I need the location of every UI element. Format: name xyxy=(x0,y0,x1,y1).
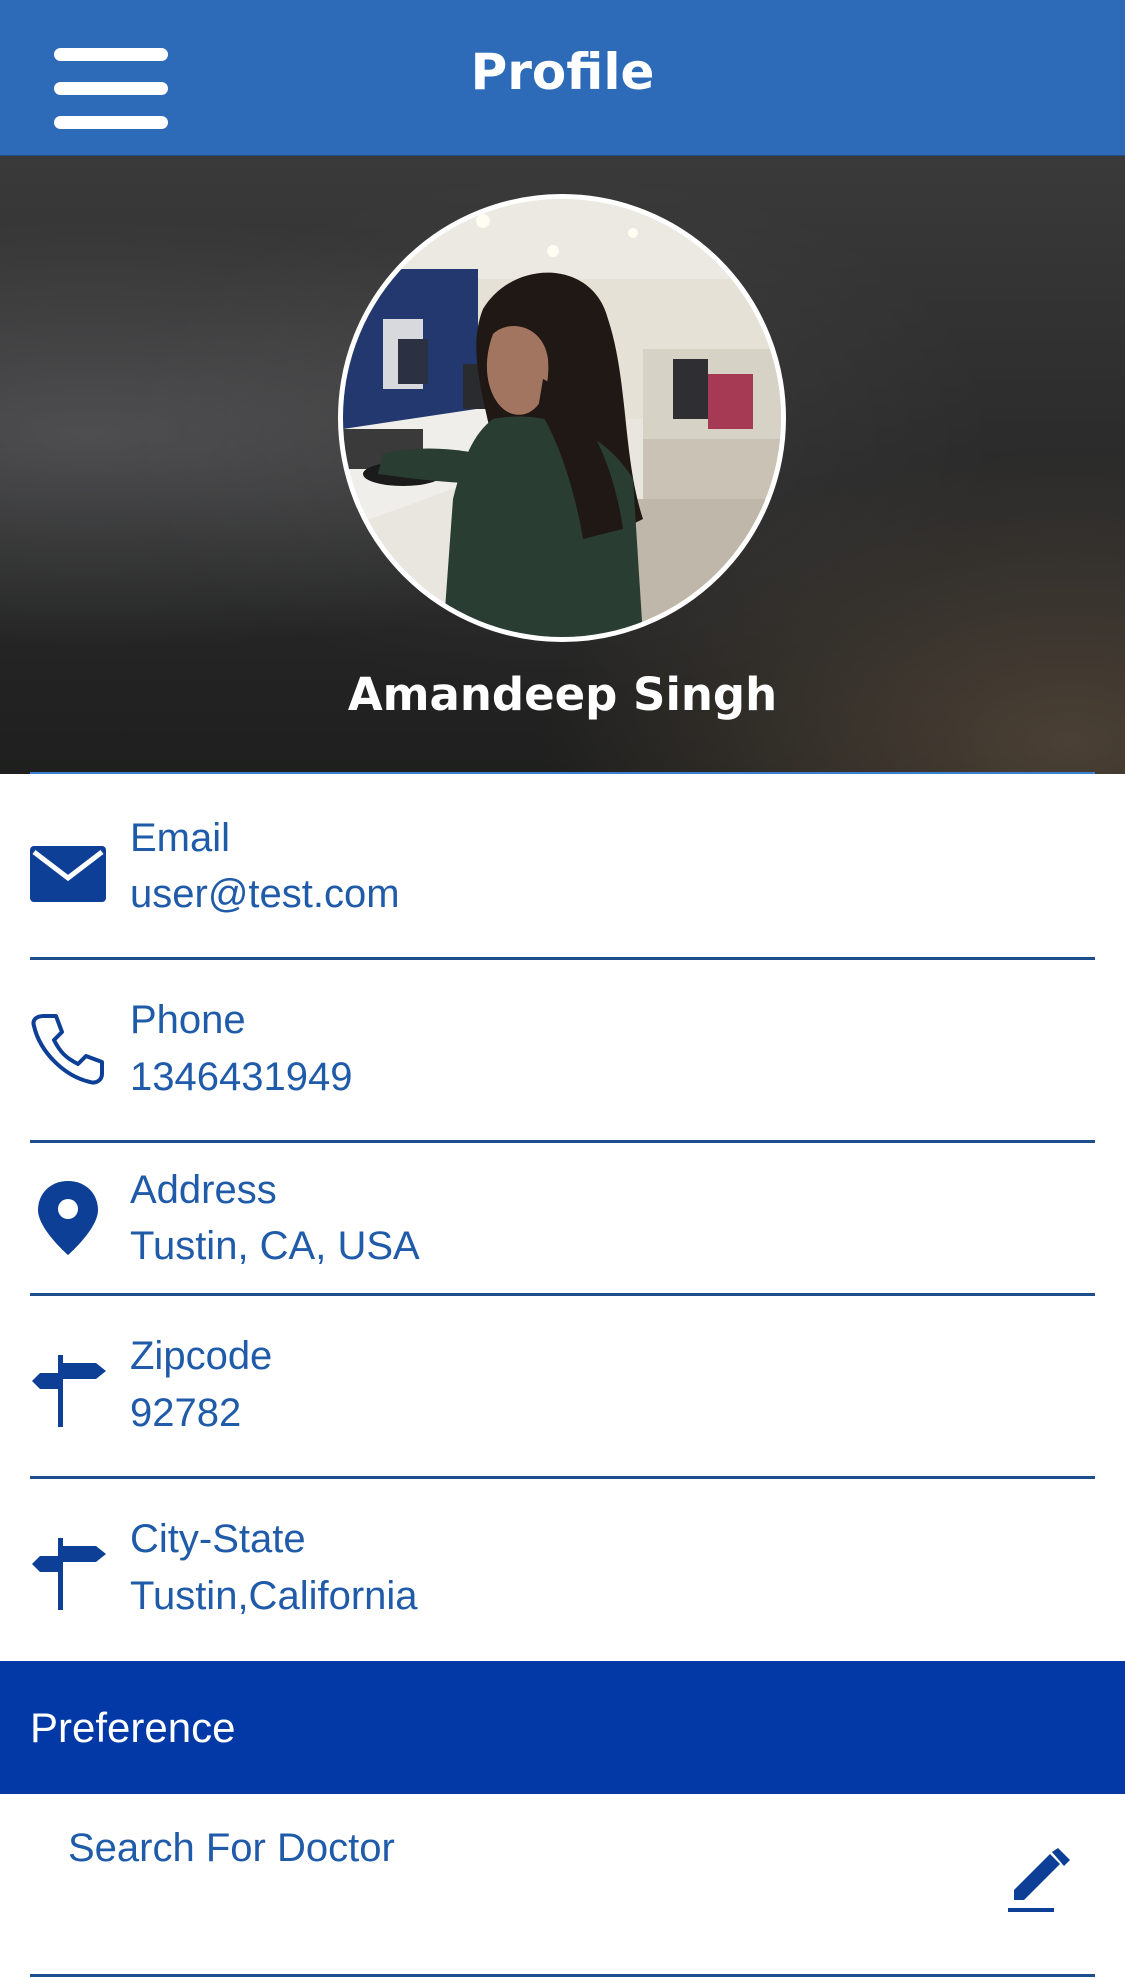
info-row-email: Email user@test.com xyxy=(0,774,1125,960)
info-row-phone: Phone 1346431949 xyxy=(0,960,1125,1143)
field-label: Phone xyxy=(130,998,246,1042)
section-title: Preference xyxy=(30,1704,236,1751)
phone-icon xyxy=(31,1014,104,1085)
profile-header: Amandeep Singh xyxy=(0,156,1125,774)
avatar-photo xyxy=(343,199,781,637)
field-value: user@test.com xyxy=(130,872,400,916)
envelope-icon xyxy=(30,846,106,902)
preference-section-header: Preference xyxy=(0,1661,1125,1794)
divider xyxy=(30,1974,1095,1977)
top-nav-bar: Profile xyxy=(0,0,1125,156)
map-pin-icon xyxy=(38,1181,98,1255)
field-label: Zipcode xyxy=(130,1334,273,1378)
field-value: 1346431949 xyxy=(130,1055,353,1099)
signpost-icon xyxy=(32,1355,106,1427)
preference-label: Search For Doctor xyxy=(68,1826,395,1870)
field-value: Tustin,California xyxy=(130,1574,418,1618)
field-label: City-State xyxy=(130,1517,306,1561)
field-value: 92782 xyxy=(130,1391,242,1435)
avatar[interactable] xyxy=(338,194,786,642)
field-label: Address xyxy=(130,1168,277,1212)
page-title: Profile xyxy=(470,43,655,101)
info-row-zipcode: Zipcode 92782 xyxy=(0,1296,1125,1479)
edit-pencil-icon[interactable] xyxy=(1004,1848,1074,1918)
signpost-icon xyxy=(32,1538,106,1610)
preference-item-search-for-doctor: Search For Doctor xyxy=(0,1794,1125,1979)
info-row-city-state: City-State Tustin,California xyxy=(0,1479,1125,1661)
field-label: Email xyxy=(130,816,231,860)
field-value: Tustin, CA, USA xyxy=(130,1224,420,1268)
profile-name: Amandeep Singh xyxy=(347,668,778,721)
page-title-wrap: Profile xyxy=(0,0,1125,155)
info-row-address: Address Tustin, CA, USA xyxy=(0,1143,1125,1296)
